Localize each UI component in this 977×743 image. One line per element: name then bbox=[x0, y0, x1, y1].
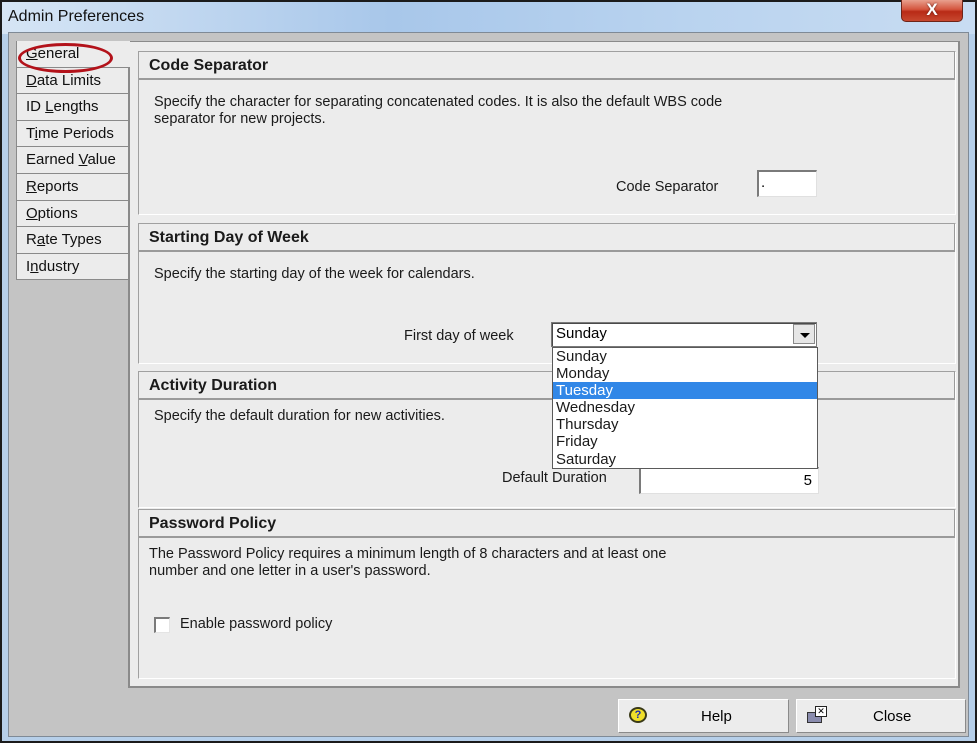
first-day-label: First day of week bbox=[404, 328, 514, 344]
tab-industry[interactable]: Industry bbox=[16, 253, 129, 281]
tab-label: ata Limits bbox=[36, 71, 102, 89]
tab-reports[interactable]: Reports bbox=[16, 173, 129, 201]
dropdown-option-monday[interactable]: Monday bbox=[553, 365, 817, 382]
activity-duration-section: Activity Duration Specify the default du… bbox=[138, 371, 956, 508]
section-description: Specify the default duration for new act… bbox=[154, 408, 445, 424]
password-policy-section: Password Policy The Password Policy requ… bbox=[138, 509, 956, 679]
tab-id-lengths[interactable]: ID Lengths bbox=[16, 94, 129, 121]
description-line: number and one letter in a user's passwo… bbox=[149, 563, 431, 579]
dropdown-option-friday[interactable]: Friday bbox=[553, 433, 817, 450]
tab-label: engths bbox=[53, 98, 99, 116]
enable-password-policy-label[interactable]: Enable password policy bbox=[180, 616, 332, 632]
close-window-icon: ✕ bbox=[807, 706, 829, 724]
section-description: The Password Policy requires a minimum l… bbox=[149, 546, 666, 580]
tab-label: ID bbox=[26, 98, 46, 116]
tab-label: alue bbox=[87, 151, 116, 169]
enable-password-policy-checkbox[interactable] bbox=[154, 617, 170, 633]
title-bar[interactable]: Admin Preferences X bbox=[2, 0, 975, 34]
section-description: Specify the starting day of the week for… bbox=[154, 266, 475, 282]
window-front-shape: ✕ bbox=[815, 706, 827, 717]
general-settings-panel: Code Separator Specify the character for… bbox=[128, 41, 960, 688]
dropdown-arrow-icon[interactable] bbox=[793, 324, 815, 344]
section-header: Starting Day of Week bbox=[139, 224, 955, 252]
tab-data-limits[interactable]: Data Limits bbox=[16, 67, 129, 95]
first-day-of-week-dropdown-list: Sunday Monday Tuesday Wednesday Thursday… bbox=[552, 347, 818, 469]
tab-earned-value[interactable]: Earned Value bbox=[16, 147, 129, 174]
window-close-button[interactable]: X bbox=[901, 0, 963, 22]
help-button-label: Help bbox=[701, 708, 732, 725]
tab-label: ptions bbox=[37, 204, 78, 222]
admin-preferences-window: Admin Preferences X General Data Limits … bbox=[0, 0, 977, 743]
description-line: The Password Policy requires a minimum l… bbox=[149, 546, 667, 562]
code-separator-value: . bbox=[761, 174, 766, 191]
tab-rate-types[interactable]: Rate Types bbox=[16, 227, 129, 254]
tab-mnemonic: a bbox=[36, 231, 46, 249]
dropdown-option-tuesday[interactable]: Tuesday bbox=[553, 382, 817, 400]
tab-mnemonic: R bbox=[26, 177, 37, 195]
dialog-client-area: General Data Limits ID Lengths Time Peri… bbox=[8, 32, 969, 737]
tab-label: T bbox=[26, 124, 35, 142]
tab-mnemonic: D bbox=[26, 71, 37, 89]
dropdown-option-wednesday[interactable]: Wednesday bbox=[553, 399, 817, 416]
dropdown-option-sunday[interactable]: Sunday bbox=[553, 348, 817, 365]
description-line: Specify the character for separating con… bbox=[154, 94, 723, 110]
tab-label: me Periods bbox=[37, 124, 114, 142]
code-separator-input[interactable]: . bbox=[757, 170, 817, 197]
tab-label: eports bbox=[36, 177, 79, 195]
window-title: Admin Preferences bbox=[8, 8, 145, 25]
tab-label: R bbox=[26, 231, 37, 249]
description-line: separator for new projects. bbox=[154, 111, 326, 127]
tab-mnemonic: L bbox=[45, 98, 54, 116]
close-button-label: Close bbox=[873, 708, 912, 725]
tab-options[interactable]: Options bbox=[16, 200, 129, 228]
tab-label: eneral bbox=[37, 45, 80, 62]
section-header: Activity Duration bbox=[139, 372, 955, 400]
close-button[interactable]: ✕ Close bbox=[796, 699, 966, 733]
tab-label: te Types bbox=[45, 231, 102, 249]
first-day-of-week-select[interactable]: Sunday bbox=[551, 322, 817, 347]
section-header: Code Separator bbox=[139, 52, 955, 80]
code-separator-label: Code Separator bbox=[616, 179, 719, 195]
tab-general[interactable]: General bbox=[16, 41, 130, 68]
help-button[interactable]: ? Help bbox=[618, 699, 789, 733]
dropdown-option-saturday[interactable]: Saturday bbox=[553, 451, 817, 468]
default-duration-value: 5 bbox=[803, 472, 812, 489]
tab-mnemonic: G bbox=[26, 45, 38, 62]
tab-label: Earned bbox=[26, 151, 79, 169]
default-duration-label: Default Duration bbox=[502, 470, 607, 486]
section-description: Specify the character for separating con… bbox=[154, 94, 722, 128]
help-icon: ? bbox=[629, 707, 647, 723]
code-separator-section: Code Separator Specify the character for… bbox=[138, 51, 956, 215]
section-header: Password Policy bbox=[139, 510, 955, 538]
tab-list: General Data Limits ID Lengths Time Peri… bbox=[16, 41, 130, 281]
default-duration-input[interactable]: 5 bbox=[639, 467, 819, 494]
tab-mnemonic: n bbox=[30, 257, 39, 275]
tab-mnemonic: O bbox=[26, 204, 38, 222]
tab-label: dustry bbox=[38, 257, 80, 275]
first-day-selected-value: Sunday bbox=[556, 325, 607, 342]
dropdown-option-thursday[interactable]: Thursday bbox=[553, 416, 817, 433]
close-icon: X bbox=[926, 0, 938, 19]
starting-day-section: Starting Day of Week Specify the startin… bbox=[138, 223, 956, 364]
tab-time-periods[interactable]: Time Periods bbox=[16, 120, 129, 148]
